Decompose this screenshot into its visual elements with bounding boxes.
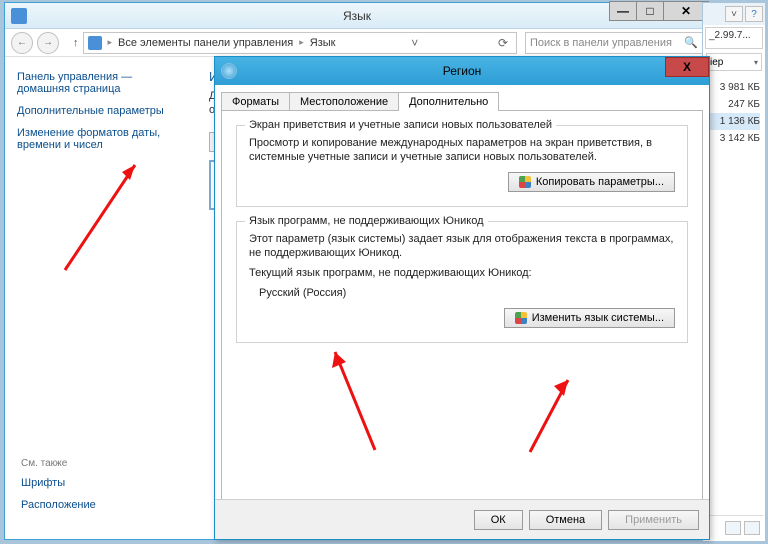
tab-formats[interactable]: Форматы xyxy=(221,92,290,111)
nav-up-button[interactable]: ↑ xyxy=(73,37,79,49)
nav-forward-button[interactable]: → xyxy=(37,32,59,54)
breadcrumb-leaf[interactable]: Язык xyxy=(310,37,336,49)
view-details-icon[interactable] xyxy=(725,521,741,535)
maximize-button[interactable]: □ xyxy=(636,1,664,21)
globe-icon xyxy=(221,63,237,79)
explorer-down-icon[interactable]: ˅ xyxy=(725,6,743,22)
current-language-value: Русский (Россия) xyxy=(249,286,675,300)
explorer-path-input[interactable]: _2.99.7... xyxy=(705,27,763,49)
uac-shield-icon xyxy=(519,176,531,188)
language-app-icon xyxy=(11,8,27,24)
file-size[interactable]: 3 981 КБ xyxy=(708,79,760,96)
region-footer: ОК Отмена Применить xyxy=(215,499,709,539)
explorer-statusbar xyxy=(705,515,763,539)
breadcrumb-bar[interactable]: ▸ Все элементы панели управления ▸ Язык … xyxy=(83,32,518,54)
dropdown-icon[interactable]: ˅ xyxy=(407,36,422,50)
refresh-icon[interactable]: ⟳ xyxy=(494,36,512,50)
chevron-down-icon: ▾ xyxy=(754,58,758,67)
region-close-button[interactable]: X xyxy=(665,57,709,77)
minimize-button[interactable]: — xyxy=(609,1,637,21)
breadcrumb-root[interactable]: Все элементы панели управления xyxy=(118,37,293,49)
explorer-toolbar: ˅ ? xyxy=(703,3,765,25)
explorer-window: ˅ ? _2.99.7... іер ▾ 3 981 КБ 247 КБ 1 1… xyxy=(702,2,766,542)
region-panel-advanced: Экран приветствия и учетные записи новых… xyxy=(221,110,703,508)
explorer-size-column: 3 981 КБ 247 КБ 1 136 КБ 3 142 КБ xyxy=(703,75,765,151)
tab-location[interactable]: Местоположение xyxy=(289,92,399,111)
welcome-screen-legend: Экран приветствия и учетные записи новых… xyxy=(245,119,556,131)
language-toolbar: ← → ↑ ▸ Все элементы панели управления ▸… xyxy=(5,29,709,57)
nav-back-button[interactable]: ← xyxy=(11,32,33,54)
file-size[interactable]: 3 142 КБ xyxy=(708,130,760,147)
non-unicode-group: Язык программ, не поддерживающих Юникод … xyxy=(236,221,688,343)
see-also-label: См. также xyxy=(21,458,96,469)
cancel-button[interactable]: Отмена xyxy=(529,510,602,530)
apply-button[interactable]: Применить xyxy=(608,510,699,530)
sidebar-home-link[interactable]: Панель управления — домашняя страница xyxy=(17,71,181,95)
language-sidebar: Панель управления — домашняя страница До… xyxy=(5,57,193,539)
region-titlebar: Регион X xyxy=(215,57,709,85)
ok-button[interactable]: ОК xyxy=(474,510,523,530)
region-dialog: Регион X Форматы Местоположение Дополнит… xyxy=(214,56,710,540)
search-placeholder: Поиск в панели управления xyxy=(530,37,672,49)
sidebar-extra-params-link[interactable]: Дополнительные параметры xyxy=(17,105,181,117)
language-window-controls: — □ ✕ xyxy=(610,1,709,21)
language-titlebar: Язык — □ ✕ xyxy=(5,3,709,29)
tab-advanced[interactable]: Дополнительно xyxy=(398,92,499,111)
chevron-right-icon: ▸ xyxy=(297,37,306,48)
view-large-icon[interactable] xyxy=(744,521,760,535)
region-title: Регион xyxy=(443,64,482,78)
change-system-locale-button[interactable]: Изменить язык системы... xyxy=(504,308,675,328)
sidebar-fonts-link[interactable]: Шрифты xyxy=(21,477,96,489)
control-panel-icon xyxy=(88,36,102,50)
non-unicode-desc: Этот параметр (язык системы) задает язык… xyxy=(249,232,675,260)
welcome-screen-desc: Просмотр и копирование международных пар… xyxy=(249,136,675,164)
non-unicode-legend: Язык программ, не поддерживающих Юникод xyxy=(245,215,488,227)
region-tabs: Форматы Местоположение Дополнительно xyxy=(215,85,709,110)
search-input[interactable]: Поиск в панели управления 🔍 xyxy=(525,32,703,54)
language-window-title: Язык xyxy=(343,9,371,23)
current-language-label: Текущий язык программ, не поддерживающих… xyxy=(249,266,675,280)
uac-shield-icon xyxy=(515,312,527,324)
welcome-screen-group: Экран приветствия и учетные записи новых… xyxy=(236,125,688,207)
file-size-selected[interactable]: 1 136 КБ xyxy=(708,113,760,130)
file-size[interactable]: 247 КБ xyxy=(708,96,760,113)
explorer-help-icon[interactable]: ? xyxy=(745,6,763,22)
chevron-right-icon: ▸ xyxy=(106,37,115,48)
sidebar-placement-link[interactable]: Расположение xyxy=(21,499,96,511)
explorer-column-dropdown[interactable]: іер ▾ xyxy=(706,53,762,71)
search-icon: 🔍 xyxy=(684,36,698,49)
copy-settings-button[interactable]: Копировать параметры... xyxy=(508,172,675,192)
sidebar-datetime-formats-link[interactable]: Изменение форматов даты, времени и чисел xyxy=(17,127,181,151)
